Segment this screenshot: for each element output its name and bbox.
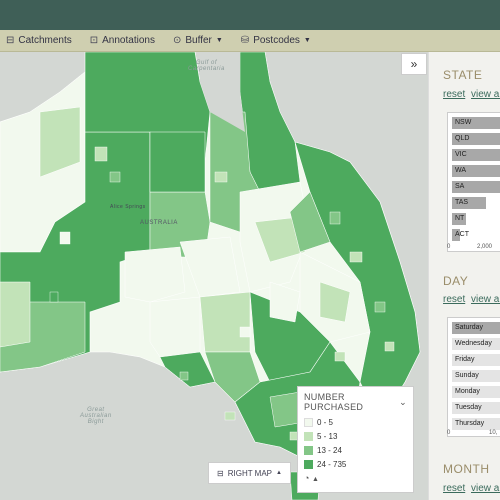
day-axis-0: 0 [447, 430, 451, 436]
buffer-dropdown[interactable]: ⊙ Buffer ▼ [173, 35, 223, 46]
day-bar-sunday[interactable]: Sunday [452, 370, 500, 382]
australia-label: AUSTRALIA [140, 220, 178, 226]
day-bar-wednesday[interactable]: Wednesday [452, 338, 500, 350]
catchments-button[interactable]: ⊟ Catchments [6, 35, 72, 46]
legend-title: NUMBER PURCHASED [304, 392, 364, 412]
caret-up-icon: ▲ [311, 476, 319, 483]
gulf-label: Gulf of Carpentaria [188, 60, 225, 72]
region [149, 296, 201, 358]
legend-item: 24 - 735 [304, 457, 407, 471]
chevron-down-icon: ⌄ [399, 396, 407, 407]
map-legend: NUMBER PURCHASED ⌄ 0 - 5 5 - 13 13 - 24 … [297, 386, 414, 493]
palette-dropdown[interactable]: ◔ ▲ [304, 473, 407, 483]
legend-item-label: 5 - 13 [317, 431, 338, 441]
state-reset-link[interactable]: reset [443, 89, 465, 100]
legend-swatch [304, 459, 313, 469]
state-bar-sa[interactable]: SA [452, 181, 500, 193]
legend-swatch [304, 417, 313, 427]
region [0, 281, 31, 348]
state-links: reset view all [443, 89, 500, 100]
state-bar-qld[interactable]: QLD [452, 133, 500, 145]
state-axis-0: 0 [447, 244, 451, 250]
day-bar-tuesday[interactable]: Tuesday [452, 402, 500, 414]
target-icon: ⊙ [172, 35, 182, 46]
day-bar-monday[interactable]: Monday [452, 386, 500, 398]
layers-icon: ⊟ [6, 35, 15, 46]
buffer-label: Buffer [185, 35, 212, 46]
month-links: reset view all [443, 483, 500, 494]
legend-item: 13 - 24 [304, 443, 407, 457]
state-bar-nsw[interactable]: NSW [452, 117, 500, 129]
stack-icon: ⛁ [240, 35, 250, 46]
collapse-panel-button[interactable]: » [401, 53, 427, 75]
state-bar-vic[interactable]: VIC [452, 149, 500, 161]
month-reset-link[interactable]: reset [443, 483, 465, 494]
day-bar-chart: Saturday Wednesday Friday Sunday Monday … [447, 317, 500, 437]
bight-label: Great Australian Bight [80, 407, 112, 425]
map-toolbar: ⊟ Catchments ⊡ Annotations ⊙ Buffer ▼ ⛁ … [0, 30, 500, 52]
double-chevron-right-icon: » [410, 57, 418, 71]
postcodes-label: Postcodes [253, 35, 300, 46]
legend-swatch [304, 431, 313, 441]
palette-icon: ◔ [304, 473, 310, 483]
bight-label-line3: Bight [87, 419, 104, 425]
filter-panel: STATE reset view all NSW QLD VIC WA SA T… [428, 52, 500, 500]
alice-springs-label: Alice Springs [110, 204, 146, 210]
right-map-label: RIGHT MAP [227, 468, 273, 478]
legend-swatch [304, 445, 313, 455]
day-links: reset view all [443, 294, 500, 305]
legend-item: 0 - 5 [304, 415, 407, 429]
legend-item-label: 13 - 24 [317, 445, 342, 455]
day-bar-saturday[interactable]: Saturday [452, 322, 500, 334]
annotations-button[interactable]: ⊡ Annotations [90, 35, 155, 46]
legend-item-label: 0 - 5 [317, 417, 334, 427]
legend-item: 5 - 13 [304, 429, 407, 443]
day-axis-10000: 10, [489, 430, 498, 436]
month-section-title: MONTH [443, 462, 490, 476]
day-bar-thursday[interactable]: Thursday [452, 418, 500, 430]
caret-down-icon: ▼ [303, 37, 311, 44]
state-axis-2000: 2,000 [477, 244, 493, 250]
month-view-all-link[interactable]: view all [471, 483, 500, 494]
day-view-all-link[interactable]: view all [471, 294, 500, 305]
postcodes-dropdown[interactable]: ⛁ Postcodes ▼ [241, 35, 311, 46]
state-bar-tas[interactable]: TAS [452, 197, 486, 209]
state-view-all-link[interactable]: view all [471, 89, 500, 100]
state-section-title: STATE [443, 68, 483, 82]
region [199, 291, 251, 353]
map-split-icon: ⊟ [217, 468, 224, 478]
annotations-label: Annotations [102, 35, 155, 46]
day-reset-link[interactable]: reset [443, 294, 465, 305]
right-map-button[interactable]: ⊟ RIGHT MAP ▲ [208, 462, 291, 484]
day-bar-friday[interactable]: Friday [452, 354, 500, 366]
state-bar-wa[interactable]: WA [452, 165, 500, 177]
state-bar-chart: NSW QLD VIC WA SA TAS NT ACT [447, 112, 500, 252]
catchments-label: Catchments [18, 35, 72, 46]
app-header [0, 0, 500, 30]
state-bar-nt[interactable]: NT [452, 213, 466, 225]
caret-down-icon: ▼ [215, 37, 223, 44]
day-section-title: DAY [443, 274, 469, 288]
gulf-label-line2: Carpentaria [188, 66, 225, 72]
region [124, 246, 186, 303]
region [149, 131, 206, 193]
caret-up-icon: ▲ [276, 470, 282, 476]
legend-header[interactable]: NUMBER PURCHASED ⌄ [304, 392, 407, 412]
legend-item-label: 24 - 735 [317, 459, 347, 469]
state-bar-act[interactable]: ACT [452, 229, 469, 241]
annotation-icon: ⊡ [89, 35, 99, 46]
